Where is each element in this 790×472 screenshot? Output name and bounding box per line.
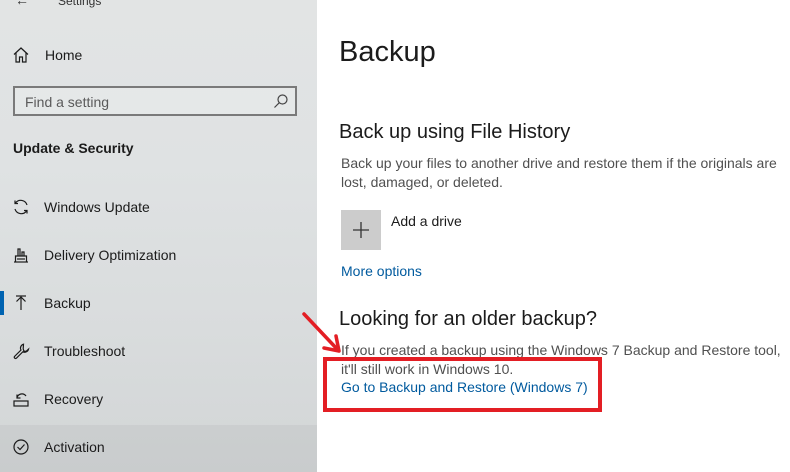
sidebar-item-label: Home <box>45 47 83 63</box>
app-title: Settings <box>58 0 102 8</box>
annotation-arrow <box>302 312 341 353</box>
sidebar: ← Settings Home Update & Security <box>0 0 317 472</box>
sidebar-item-delivery-optimization[interactable]: Delivery Optimization <box>0 232 317 278</box>
sidebar-item-home[interactable]: Home <box>0 32 317 78</box>
sidebar-item-windows-update[interactable]: Windows Update <box>0 184 317 230</box>
plus-icon[interactable] <box>341 210 381 250</box>
sidebar-item-activation[interactable]: Activation <box>0 424 317 470</box>
page-title: Backup <box>339 36 436 68</box>
delivery-optimization-icon <box>11 245 31 265</box>
sidebar-item-label: Backup <box>44 295 91 311</box>
back-arrow-icon[interactable]: ← <box>15 0 29 8</box>
search-box[interactable] <box>13 86 297 116</box>
sidebar-item-label: Recovery <box>44 391 104 407</box>
recovery-icon <box>11 389 31 409</box>
sidebar-item-recovery[interactable]: Recovery <box>0 376 317 422</box>
search-icon[interactable] <box>273 93 289 109</box>
backup-arrow-icon <box>11 293 31 313</box>
selection-indicator <box>0 291 4 315</box>
sidebar-item-backup[interactable]: Backup <box>0 280 317 326</box>
home-icon <box>11 45 31 65</box>
sync-icon <box>11 197 31 217</box>
older-backup-title: Looking for an older backup? <box>339 308 597 330</box>
more-options-link[interactable]: More options <box>341 263 422 279</box>
sidebar-item-label: Windows Update <box>44 199 150 215</box>
section-heading: Update & Security <box>13 140 134 156</box>
sidebar-item-troubleshoot[interactable]: Troubleshoot <box>0 328 317 374</box>
file-history-description: Back up your files to another drive and … <box>341 155 777 190</box>
settings-window: ← Settings Home Update & Security <box>0 0 790 472</box>
wrench-icon <box>11 341 31 361</box>
title-bar: ← Settings <box>0 0 317 11</box>
sidebar-item-label: Delivery Optimization <box>44 247 177 263</box>
check-circle-icon <box>11 437 31 457</box>
sidebar-item-label: Troubleshoot <box>44 343 126 359</box>
add-drive-button[interactable]: Add a drive <box>341 210 462 250</box>
file-history-title: Back up using File History <box>339 121 571 143</box>
search-input[interactable] <box>23 91 267 113</box>
main-content: Backup Back up using File History Back u… <box>317 0 790 472</box>
add-drive-label: Add a drive <box>391 213 462 229</box>
annotation-highlight-box <box>323 357 602 412</box>
sidebar-item-label: Activation <box>44 439 105 455</box>
